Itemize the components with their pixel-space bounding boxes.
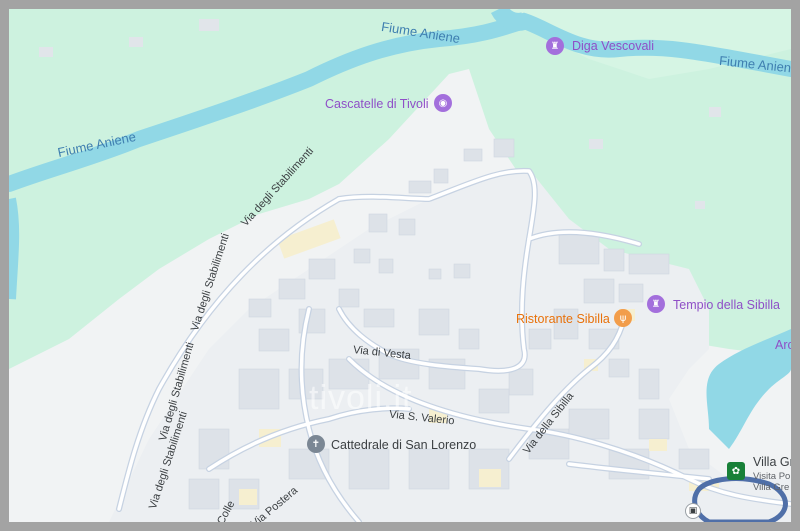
poi-cattedrale[interactable]: Cattedrale di San Lorenzo <box>331 438 476 452</box>
poi-diga-vescovali[interactable]: Diga Vescovali <box>572 39 654 53</box>
transit-icon[interactable]: ▣ <box>685 503 701 519</box>
poi-villa-sub: Visita Po <box>753 471 791 482</box>
poi-villa[interactable]: Villa Gr <box>753 455 791 469</box>
poi-villa-sub: Villa Gre <box>753 482 790 493</box>
camera-icon[interactable]: ◉ <box>434 94 452 112</box>
church-icon[interactable]: ✝ <box>307 435 325 453</box>
monument-icon[interactable]: ♜ <box>647 295 665 313</box>
restaurant-icon[interactable]: ψ <box>614 309 632 327</box>
poi-cascatelle[interactable]: Cascatelle di Tivoli <box>325 97 429 111</box>
poi-ristorante-sibilla[interactable]: Ristorante Sibilla <box>516 312 610 326</box>
poi-arco[interactable]: Arc <box>775 338 791 352</box>
map-frame: Fiume Aniene Fiume Aniene Fiume Aniene ♜… <box>0 0 800 531</box>
watermark: tivoli.it <box>309 379 413 417</box>
park-icon[interactable]: ✿ <box>727 462 745 480</box>
poi-tempio-sibilla[interactable]: Tempio della Sibilla <box>673 298 780 312</box>
monument-icon[interactable]: ♜ <box>546 37 564 55</box>
